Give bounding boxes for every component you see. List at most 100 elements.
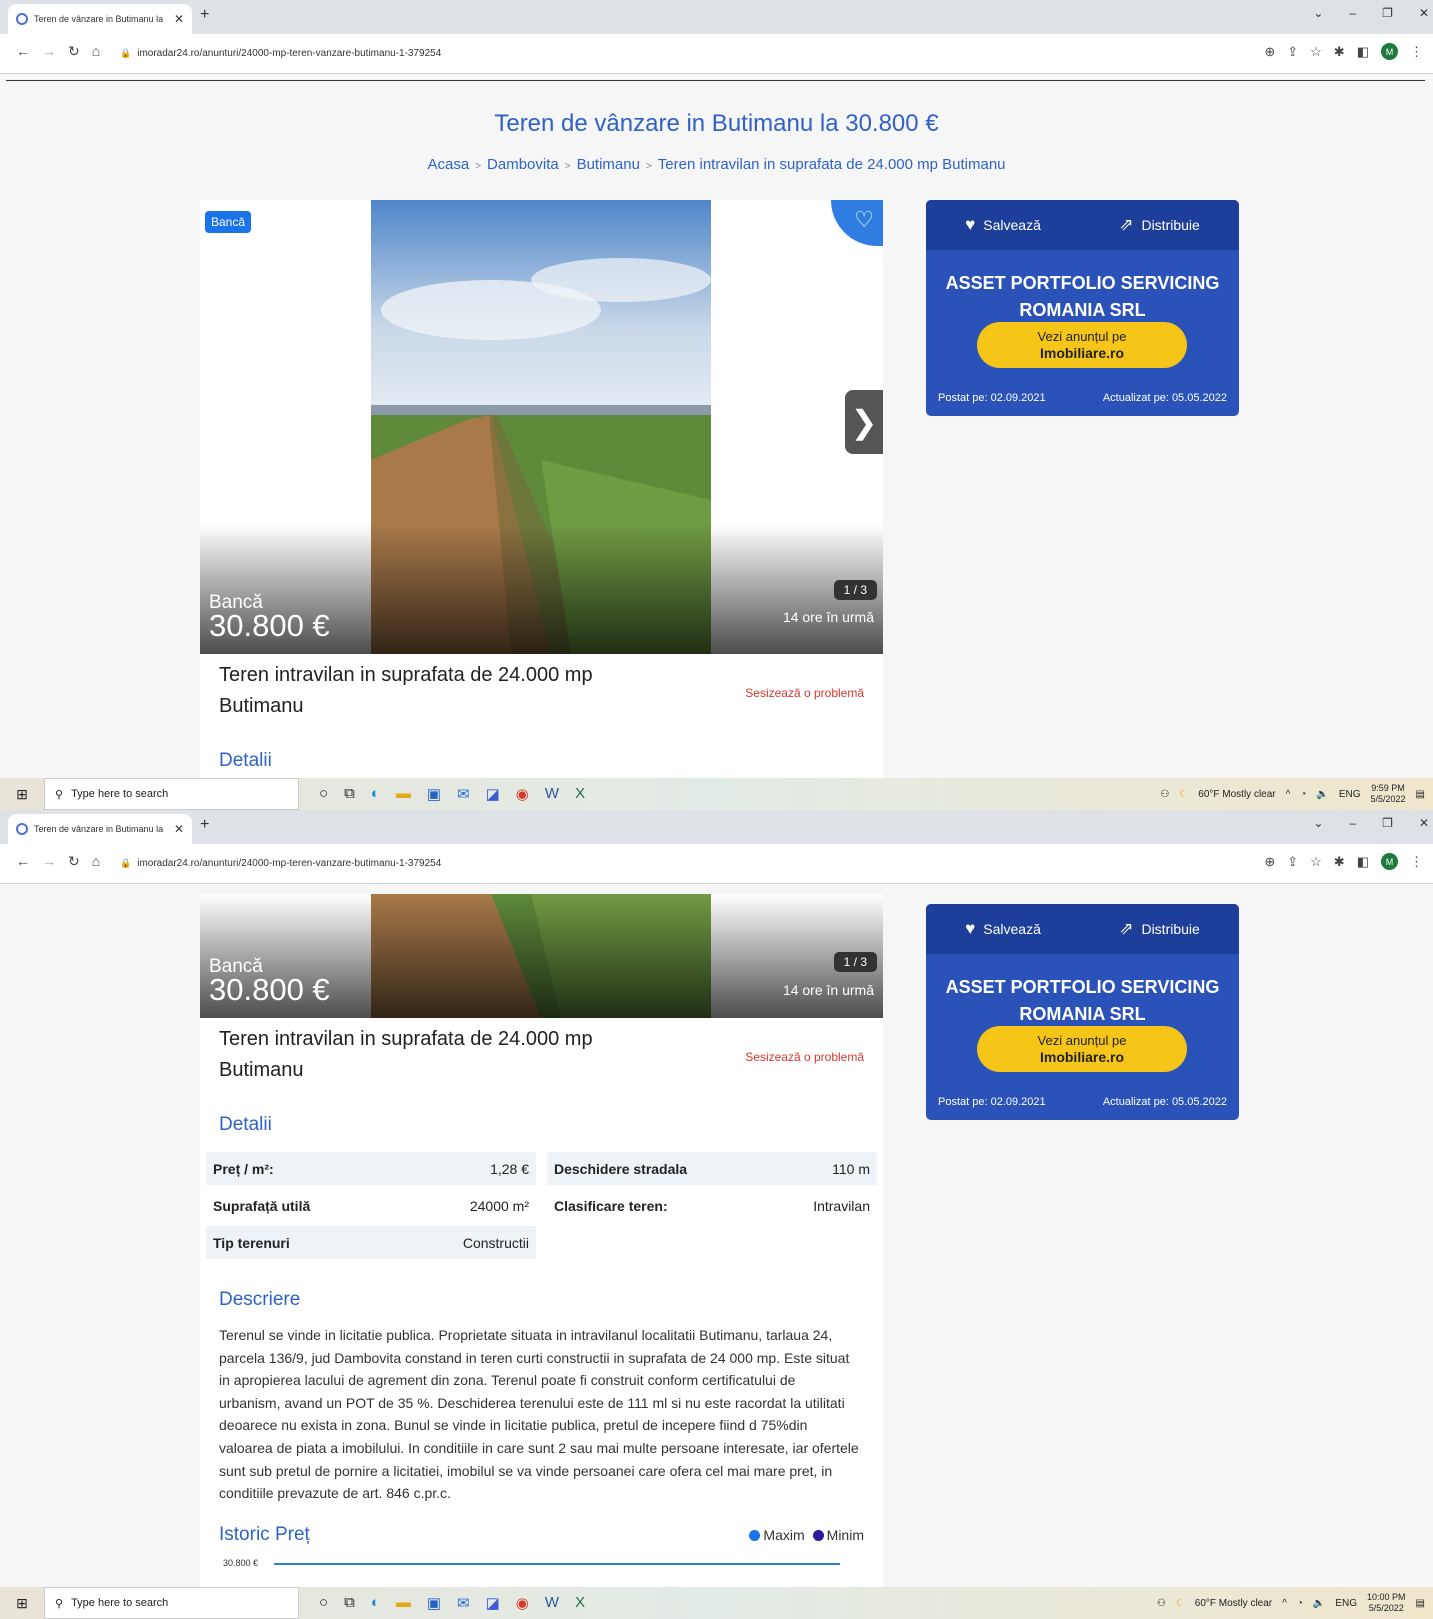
excel-icon[interactable]: X xyxy=(575,785,585,803)
mail-icon[interactable]: ✉ xyxy=(457,785,470,803)
next-photo-button[interactable]: ❯ xyxy=(845,390,883,454)
home-icon[interactable]: ⌂ xyxy=(92,853,100,870)
language[interactable]: ENG xyxy=(1335,1598,1357,1609)
clock[interactable]: 10:00 PM 5/5/2022 xyxy=(1367,1592,1406,1614)
close-tab-icon[interactable]: ✕ xyxy=(174,822,184,836)
forward-icon[interactable]: → xyxy=(42,43,56,60)
browser-tab[interactable]: Teren de vânzare in Butimanu la ✕ xyxy=(8,4,192,34)
close-window-icon[interactable]: ✕ xyxy=(1419,6,1429,20)
share-icon[interactable]: ⇪ xyxy=(1287,44,1298,60)
task-view-icon[interactable]: ⧉ xyxy=(344,785,355,803)
weather-text[interactable]: 60°F Mostly clear xyxy=(1195,1598,1272,1609)
restore-icon[interactable]: ❐ xyxy=(1382,6,1393,20)
zoom-icon[interactable]: ⊕ xyxy=(1264,44,1275,60)
close-tab-icon[interactable]: ✕ xyxy=(174,12,184,26)
browser-tab[interactable]: Teren de vânzare in Butimanu la ✕ xyxy=(8,814,192,844)
legend-max[interactable]: Maxim xyxy=(749,1527,805,1543)
weather-text[interactable]: 60°F Mostly clear xyxy=(1198,789,1275,800)
sidepanel-icon[interactable]: ◧ xyxy=(1357,854,1369,870)
breadcrumb-listing[interactable]: Teren intravilan in suprafata de 24.000 … xyxy=(658,156,1006,173)
profile-avatar[interactable]: M xyxy=(1381,43,1398,60)
task-view-icon[interactable]: ⧉ xyxy=(344,1594,355,1612)
extensions-icon[interactable]: ✱ xyxy=(1334,854,1345,870)
profile-avatar[interactable]: M xyxy=(1381,853,1398,870)
report-problem-link[interactable]: Sesizează o problemă xyxy=(745,686,864,700)
people-icon[interactable]: ⚇ xyxy=(1160,789,1169,800)
url-field[interactable]: 🔒 imoradar24.ro/anunturi/24000-mp-teren-… xyxy=(110,40,1250,66)
url-field[interactable]: 🔒 imoradar24.ro/anunturi/24000-mp-teren-… xyxy=(110,850,1250,876)
cortana-icon[interactable]: ○ xyxy=(319,785,328,803)
cortana-icon[interactable]: ○ xyxy=(319,1594,328,1612)
report-problem-link[interactable]: Sesizează o problemă xyxy=(745,1050,864,1064)
tab-search-icon[interactable]: ⌄ xyxy=(1313,6,1323,20)
app-icon[interactable]: ◪ xyxy=(486,1594,500,1612)
notifications-icon[interactable]: ▤ xyxy=(1416,1598,1425,1609)
menu-icon[interactable]: ⋮ xyxy=(1410,44,1423,60)
forward-icon[interactable]: → xyxy=(42,853,56,870)
chrome-icon[interactable]: ◉ xyxy=(516,1594,529,1612)
file-explorer-icon[interactable]: ▬ xyxy=(396,785,411,803)
mail-icon[interactable]: ✉ xyxy=(457,1594,470,1612)
network-icon[interactable]: ◔ xyxy=(1300,789,1306,800)
file-explorer-icon[interactable]: ▬ xyxy=(396,1594,411,1612)
people-icon[interactable]: ⚇ xyxy=(1157,1598,1166,1609)
extensions-icon[interactable]: ✱ xyxy=(1334,44,1345,60)
favorite-button[interactable]: ♡ xyxy=(831,200,883,246)
edge-icon[interactable]: ◐ xyxy=(371,1594,380,1612)
new-tab-button[interactable]: + xyxy=(200,6,209,24)
new-tab-button[interactable]: + xyxy=(200,816,209,834)
volume-icon[interactable]: 🔈 xyxy=(1316,789,1328,800)
windows-start-icon[interactable]: ⊞ xyxy=(0,1595,44,1612)
share-icon[interactable]: ⇪ xyxy=(1287,854,1298,870)
reload-icon[interactable]: ↻ xyxy=(68,43,80,60)
save-button[interactable]: ♥ Salvează xyxy=(965,919,1041,939)
zoom-icon[interactable]: ⊕ xyxy=(1264,854,1275,870)
minimize-icon[interactable]: – xyxy=(1349,6,1356,20)
taskbar-search[interactable]: ⚲ Type here to search xyxy=(44,778,299,810)
store-icon[interactable]: ▣ xyxy=(427,1594,441,1612)
back-icon[interactable]: ← xyxy=(16,853,30,870)
price-history-axis-label: 30.800 € xyxy=(223,1558,259,1568)
sidepanel-icon[interactable]: ◧ xyxy=(1357,44,1369,60)
save-button[interactable]: ♥ Salvează xyxy=(965,215,1041,235)
network-icon[interactable]: ◔ xyxy=(1297,1598,1303,1609)
language[interactable]: ENG xyxy=(1339,789,1361,800)
clock[interactable]: 9:59 PM 5/5/2022 xyxy=(1371,783,1406,805)
legend-min[interactable]: Minim xyxy=(812,1527,864,1543)
menu-icon[interactable]: ⋮ xyxy=(1410,854,1423,870)
save-label: Salvează xyxy=(983,217,1041,233)
edge-icon[interactable]: ◐ xyxy=(371,785,380,803)
home-icon[interactable]: ⌂ xyxy=(92,43,100,60)
minimize-icon[interactable]: – xyxy=(1349,816,1356,830)
app-icon[interactable]: ◪ xyxy=(486,785,500,803)
restore-icon[interactable]: ❐ xyxy=(1382,816,1393,830)
word-icon[interactable]: W xyxy=(545,1594,559,1612)
clock-time: 9:59 PM xyxy=(1371,783,1405,793)
tab-search-icon[interactable]: ⌄ xyxy=(1313,816,1323,830)
chrome-icon[interactable]: ◉ xyxy=(516,785,529,803)
photo-gallery[interactable]: Bancă 30.800 € 1 / 3 14 ore în urmă xyxy=(200,894,883,1018)
back-icon[interactable]: ← xyxy=(16,43,30,60)
view-on-imobiliare-button[interactable]: Vezi anunțul pe Imobiliare.ro xyxy=(977,1026,1187,1072)
word-icon[interactable]: W xyxy=(545,785,559,803)
reload-icon[interactable]: ↻ xyxy=(68,853,80,870)
windows-start-icon[interactable]: ⊞ xyxy=(0,786,44,803)
tray-chevron-icon[interactable]: ^ xyxy=(1286,789,1291,800)
star-icon[interactable]: ☆ xyxy=(1310,44,1322,60)
close-window-icon[interactable]: ✕ xyxy=(1419,816,1429,830)
view-on-imobiliare-button[interactable]: Vezi anunțul pe Imobiliare.ro xyxy=(977,322,1187,368)
store-icon[interactable]: ▣ xyxy=(427,785,441,803)
breadcrumb-home[interactable]: Acasa xyxy=(427,156,469,173)
volume-icon[interactable]: 🔈 xyxy=(1313,1598,1325,1609)
photo-gallery[interactable]: Bancă ♡ ❯ Bancă 30.800 € 1 / 3 14 ore în… xyxy=(200,200,883,654)
taskbar-search[interactable]: ⚲ Type here to search xyxy=(44,1587,299,1619)
excel-icon[interactable]: X xyxy=(575,1594,585,1612)
tray-chevron-icon[interactable]: ^ xyxy=(1282,1598,1287,1609)
share-button[interactable]: ⇗ Distribuie xyxy=(1119,919,1200,939)
share-button[interactable]: ⇗ Distribuie xyxy=(1119,215,1200,235)
listing-card: Bancă 30.800 € 1 / 3 14 ore în urmă Tere… xyxy=(200,894,883,1587)
notifications-icon[interactable]: ▤ xyxy=(1416,789,1425,800)
breadcrumb-county[interactable]: Dambovita xyxy=(487,156,559,173)
star-icon[interactable]: ☆ xyxy=(1310,854,1322,870)
breadcrumb-locality[interactable]: Butimanu xyxy=(577,156,640,173)
